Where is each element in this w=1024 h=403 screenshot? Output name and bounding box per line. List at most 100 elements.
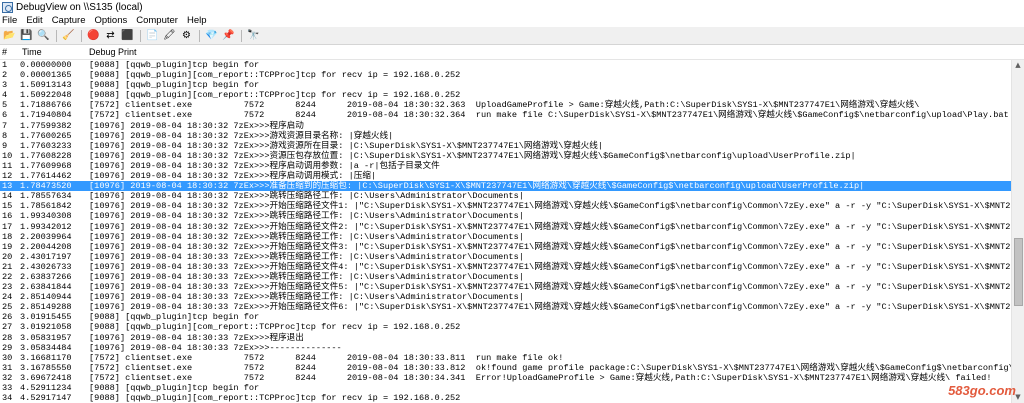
menu-file[interactable]: File [2, 15, 22, 26]
row-number: 8 [2, 130, 8, 141]
row-time: 1.50913143 [20, 80, 72, 91]
log-row[interactable]: 16 1.99340308 [10976] 2019-08-04 18:30:32 … [0, 211, 1012, 221]
log-row[interactable]: 14 1.78557634 [10976] 2019-08-04 18:30:32 … [0, 191, 1012, 201]
row-number: 2 [2, 70, 8, 81]
row-debug-print: [10976] 2019-08-04 18:30:32 7zEx>>>资源压包存… [89, 150, 856, 161]
time-format-icon[interactable]: 💎 [205, 29, 218, 42]
autoscroll-icon[interactable]: ⇄ [104, 29, 117, 42]
row-number: 31 [2, 362, 13, 373]
log-row[interactable]: 27 3.01921058 [9088] [qqwb_plugin][com_rep… [0, 322, 1012, 332]
menu-edit[interactable]: Edit [26, 15, 47, 26]
row-time: 3.16681170 [20, 352, 72, 363]
row-time: 0.00000000 [20, 60, 72, 70]
column-header-debug-print[interactable]: Debug Print [89, 47, 137, 57]
scrollbar-thumb[interactable] [1014, 238, 1023, 306]
log-row-selected[interactable]: 13 1.78473520 [10976] 2019-08-04 18:30:32 … [0, 181, 1012, 192]
log-row[interactable]: 22 2.63837266 [10976] 2019-08-04 18:30:33 … [0, 272, 1012, 282]
log-row[interactable]: 26 3.01915455 [9088] [qqwb_plugin]tcp begi… [0, 312, 1012, 322]
log-row[interactable]: 33 4.52911234 [9088] [qqwb_plugin]tcp begi… [0, 383, 1012, 393]
row-debug-print: [10976] 2019-08-04 18:30:33 7zEx>>>跳转压缩路… [89, 251, 524, 262]
row-debug-print: [10976] 2019-08-04 18:30:32 7zEx>>>开始压缩路… [89, 241, 1012, 252]
row-debug-print: [10976] 2019-08-04 18:30:33 7zEx>>>程序退出 [89, 332, 304, 343]
debug-output-list[interactable]: 1 0.00000000 [9088] [qqwb_plugin]tcp begin… [0, 60, 1012, 403]
row-debug-print: [7572] clientset.exe 7572 8244 2019-08-0… [89, 372, 992, 383]
menu-capture[interactable]: Capture [52, 15, 91, 26]
log-row[interactable]: 7 1.77599382 [10976] 2019-08-04 18:30:32 7… [0, 121, 1012, 131]
row-time: 1.77600265 [20, 130, 72, 141]
log-row[interactable]: 9 1.77603233 [10976] 2019-08-04 18:30:32 7… [0, 141, 1012, 151]
log-row[interactable]: 20 2.43017197 [10976] 2019-08-04 18:30:33 … [0, 252, 1012, 262]
row-number: 32 [2, 372, 13, 383]
column-header-time[interactable]: Time [22, 47, 42, 57]
clear-icon[interactable]: 🧹 [62, 29, 75, 42]
vertical-scrollbar[interactable]: ▲ ▼ [1011, 60, 1024, 403]
row-number: 16 [2, 211, 13, 222]
open-icon[interactable]: 📂 [3, 29, 16, 42]
row-time: 1.71886766 [20, 100, 72, 111]
log-row[interactable]: 25 2.85149288 [10976] 2019-08-04 18:30:33 … [0, 302, 1012, 312]
row-time: 3.05834484 [20, 342, 72, 353]
save-icon[interactable]: 💾 [20, 29, 33, 42]
row-time: 3.69672418 [20, 372, 72, 383]
row-time: 1.78561842 [20, 201, 72, 212]
menu-bar: File Edit Capture Options Computer Help [0, 14, 1024, 27]
row-debug-print: [10976] 2019-08-04 18:30:32 7zEx>>>开始压缩路… [89, 201, 1012, 212]
log-row[interactable]: 31 3.16785550 [7572] clientset.exe 7572 82… [0, 363, 1012, 373]
menu-computer[interactable]: Computer [136, 15, 183, 26]
remote-icon[interactable]: 📌 [222, 29, 235, 42]
log-row[interactable]: 6 1.71940804 [7572] clientset.exe 7572 824… [0, 110, 1012, 120]
log-row[interactable]: 29 3.05834484 [10976] 2019-08-04 18:30:33 … [0, 343, 1012, 353]
log-row[interactable]: 1 0.00000000 [9088] [qqwb_plugin]tcp begin… [0, 60, 1012, 70]
row-time: 2.20044208 [20, 241, 72, 252]
log-row[interactable]: 24 2.85140944 [10976] 2019-08-04 18:30:33 … [0, 292, 1012, 302]
log-row[interactable]: 23 2.63841844 [10976] 2019-08-04 18:30:33 … [0, 282, 1012, 292]
capture-start-icon[interactable]: 🔴 [87, 29, 100, 42]
row-debug-print: [10976] 2019-08-04 18:30:32 7zEx>>>跳转压缩路… [89, 211, 524, 222]
capture-icon[interactable]: 🔍 [37, 29, 50, 42]
log-row[interactable]: 2 0.00001365 [9088] [qqwb_plugin][com_repo… [0, 70, 1012, 80]
row-number: 30 [2, 352, 13, 363]
row-time: 2.20039964 [20, 231, 72, 242]
log-row[interactable]: 15 1.78561842 [10976] 2019-08-04 18:30:32 … [0, 201, 1012, 211]
row-time: 2.63841844 [20, 282, 72, 293]
log-row[interactable]: 4 1.50922048 [9088] [qqwb_plugin][com_repo… [0, 90, 1012, 100]
log-row[interactable]: 32 3.69672418 [7572] clientset.exe 7572 82… [0, 373, 1012, 383]
find-icon[interactable]: 🔭 [247, 29, 260, 42]
history-icon[interactable]: ⬛ [121, 29, 134, 42]
toolbar-separator [140, 29, 141, 42]
log-row[interactable]: 21 2.43026733 [10976] 2019-08-04 18:30:33 … [0, 262, 1012, 272]
row-debug-print: [10976] 2019-08-04 18:30:32 7zEx>>>游戏资源所… [89, 140, 603, 151]
scroll-up-arrow-icon[interactable]: ▲ [1012, 60, 1024, 71]
log-row[interactable]: 10 1.77608228 [10976] 2019-08-04 18:30:32 … [0, 151, 1012, 161]
log-row[interactable]: 30 3.16681170 [7572] clientset.exe 7572 82… [0, 353, 1012, 363]
filter-icon[interactable]: 📄 [146, 29, 159, 42]
log-row[interactable]: 18 2.20039964 [10976] 2019-08-04 18:30:32 … [0, 232, 1012, 242]
row-debug-print: [10976] 2019-08-04 18:30:33 7zEx>>>-----… [89, 342, 342, 353]
watermark-logo: 583go.com [948, 383, 1016, 398]
row-number: 7 [2, 120, 8, 131]
row-number: 29 [2, 342, 13, 353]
log-row[interactable]: 19 2.20044208 [10976] 2019-08-04 18:30:32 … [0, 242, 1012, 252]
log-row[interactable]: 11 1.77609968 [10976] 2019-08-04 18:30:32 … [0, 161, 1012, 171]
row-debug-print: [10976] 2019-08-04 18:30:32 7zEx>>>程序启动调… [89, 160, 440, 171]
menu-help[interactable]: Help [187, 15, 212, 26]
log-row[interactable]: 5 1.71886766 [7572] clientset.exe 7572 824… [0, 100, 1012, 110]
row-debug-print: [10976] 2019-08-04 18:30:32 7zEx>>>准备压缩到… [89, 181, 865, 192]
log-row[interactable]: 28 3.05831957 [10976] 2019-08-04 18:30:33 … [0, 333, 1012, 343]
row-number: 3 [2, 80, 8, 91]
toolbar-separator [81, 29, 82, 42]
row-debug-print: [9088] [qqwb_plugin]tcp begin for [89, 60, 260, 70]
column-header-number[interactable]: # [2, 47, 7, 57]
highlight-icon[interactable]: 🖍 [163, 29, 176, 42]
menu-options[interactable]: Options [95, 15, 133, 26]
log-row[interactable]: 17 1.99342012 [10976] 2019-08-04 18:30:32 … [0, 222, 1012, 232]
row-number: 23 [2, 282, 13, 293]
log-row[interactable]: 3 1.50913143 [9088] [qqwb_plugin]tcp begin… [0, 80, 1012, 90]
row-time: 0.00001365 [20, 70, 72, 81]
log-row[interactable]: 12 1.77614462 [10976] 2019-08-04 18:30:32 … [0, 171, 1012, 181]
log-row[interactable]: 8 1.77600265 [10976] 2019-08-04 18:30:32 7… [0, 131, 1012, 141]
clock-icon[interactable]: ⚙ [180, 29, 193, 42]
row-time: 1.50922048 [20, 90, 72, 101]
log-row[interactable]: 34 4.52917147 [9088] [qqwb_plugin][com_rep… [0, 393, 1012, 403]
toolbar: 📂 💾 🔍 🧹 🔴 ⇄ ⬛ 📄 🖍 ⚙ 💎 📌 🔭 [0, 27, 1024, 45]
